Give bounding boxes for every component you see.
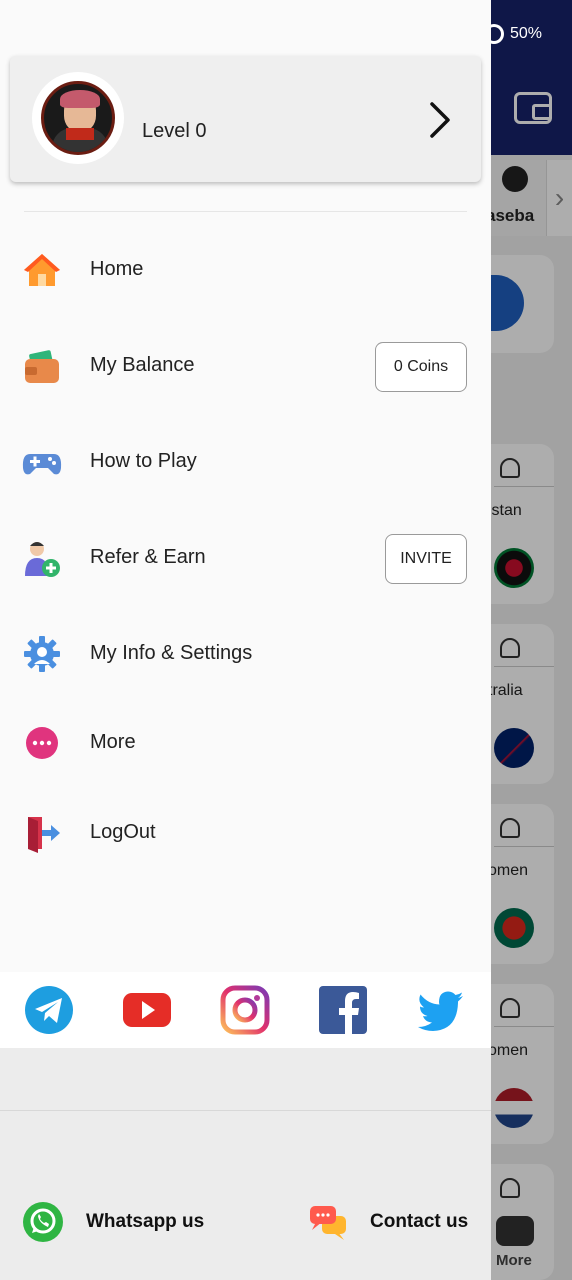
facebook-icon[interactable] — [318, 985, 368, 1035]
avatar[interactable] — [32, 72, 124, 164]
menu-item-more[interactable]: More — [0, 713, 491, 773]
youtube-icon[interactable] — [122, 985, 172, 1035]
divider — [24, 211, 467, 212]
logout-icon — [28, 817, 60, 853]
menu-label: LogOut — [90, 821, 156, 843]
menu-item-how-to-play[interactable]: How to Play — [0, 432, 491, 492]
menu-item-balance[interactable]: My Balance 0 Coins — [0, 336, 491, 396]
twitter-icon[interactable] — [416, 985, 466, 1035]
more-icon — [26, 727, 58, 759]
menu-item-home[interactable]: Home — [0, 240, 491, 300]
wallet-icon — [25, 350, 59, 383]
drawer-footer: Whatsapp us Contact us — [0, 1048, 491, 1280]
refer-icon — [25, 542, 60, 577]
whatsapp-button[interactable]: Whatsapp us — [22, 1198, 204, 1246]
telegram-icon[interactable] — [24, 985, 74, 1035]
divider — [0, 1110, 491, 1111]
profile-level: Level 0 — [142, 120, 207, 142]
chat-icon — [310, 1206, 346, 1240]
social-links — [0, 972, 491, 1048]
menu-label: My Info & Settings — [90, 642, 253, 664]
navigation-drawer: Level 0 Home My Balance 0 Coins How to P… — [0, 0, 491, 1280]
whatsapp-icon — [23, 1202, 63, 1242]
menu-item-settings[interactable]: My Info & Settings — [0, 624, 491, 684]
coins-badge[interactable]: 0 Coins — [375, 342, 467, 392]
whatsapp-label: Whatsapp us — [86, 1211, 205, 1232]
invite-button[interactable]: INVITE — [385, 534, 467, 584]
profile-card[interactable]: Level 0 — [10, 56, 481, 182]
menu-label: My Balance — [90, 354, 195, 376]
menu-item-logout[interactable]: LogOut — [0, 803, 491, 863]
instagram-icon[interactable] — [220, 985, 270, 1035]
battery-percent: 50% — [509, 25, 542, 42]
menu-label: How to Play — [90, 450, 197, 472]
menu-label: Home — [90, 258, 144, 280]
menu-label: Refer & Earn — [90, 546, 206, 568]
battery-indicator: 50% — [483, 24, 542, 44]
menu-item-refer-earn[interactable]: Refer & Earn INVITE — [0, 528, 491, 588]
contact-label: Contact us — [370, 1211, 469, 1232]
gamepad-icon — [22, 454, 62, 475]
menu-label: More — [90, 731, 136, 753]
contact-us-button[interactable]: Contact us — [308, 1198, 468, 1246]
home-icon — [24, 254, 60, 286]
chevron-right-icon[interactable] — [426, 100, 454, 140]
settings-icon — [24, 636, 60, 672]
avatar-image — [41, 81, 115, 155]
